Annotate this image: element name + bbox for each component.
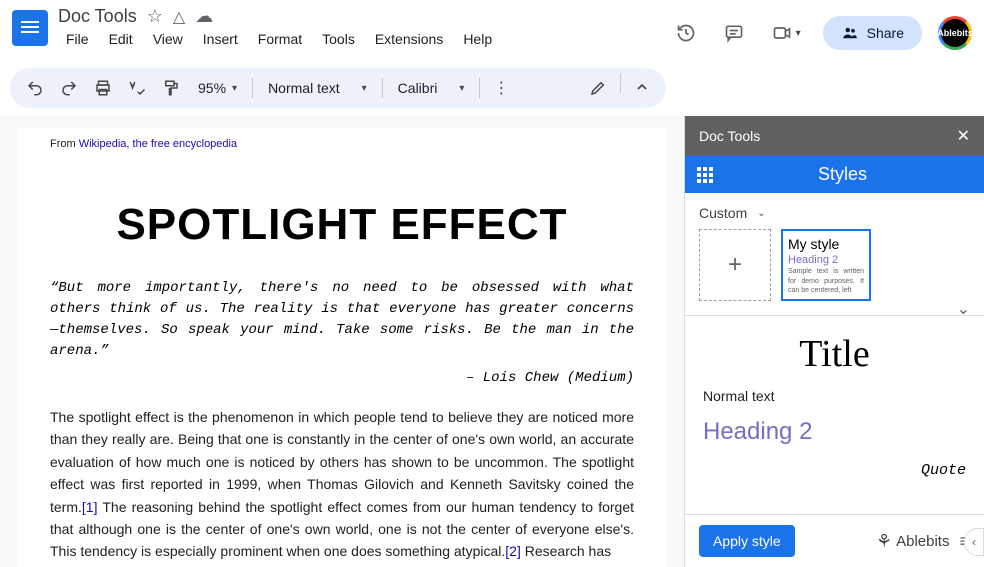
- menu-file[interactable]: File: [58, 29, 97, 49]
- paint-format-button[interactable]: [156, 73, 186, 103]
- citation-link[interactable]: [2]: [505, 543, 521, 559]
- custom-dropdown[interactable]: Custom ⌄: [685, 193, 984, 229]
- apps-grid-icon[interactable]: [697, 167, 713, 183]
- share-button[interactable]: Share: [823, 16, 922, 50]
- toolbar: 95%▾ Normal text▾ Calibri▾ ⋮: [10, 68, 666, 108]
- panel-header: Doc Tools ✕: [685, 116, 984, 156]
- separator: [382, 78, 383, 98]
- source-line: From Wikipedia, the free encyclopedia: [50, 138, 634, 150]
- spellcheck-button[interactable]: [122, 73, 152, 103]
- menu-extensions[interactable]: Extensions: [367, 29, 451, 49]
- panel-footer: Apply style Ablebits ≡: [685, 514, 984, 567]
- share-label: Share: [867, 25, 904, 41]
- font-select[interactable]: Calibri▾: [390, 76, 473, 100]
- more-tools-button[interactable]: ⋮: [487, 72, 515, 104]
- collapse-toolbar-button[interactable]: [628, 73, 656, 103]
- page: From Wikipedia, the free encyclopedia SP…: [18, 128, 666, 567]
- chevron-down-icon: ▾: [362, 83, 367, 94]
- separator: [252, 78, 253, 98]
- preview-quote[interactable]: Quote: [703, 462, 966, 479]
- undo-button[interactable]: [20, 73, 50, 103]
- cloud-saved-icon[interactable]: [195, 6, 213, 27]
- app-header: Doc Tools File Edit View Insert Format T…: [0, 0, 984, 64]
- main-area: From Wikipedia, the free encyclopedia SP…: [0, 116, 984, 567]
- citation-link[interactable]: [1]: [82, 499, 98, 515]
- quote-attribution: – Lois Chew (Medium): [50, 370, 634, 386]
- menu-insert[interactable]: Insert: [195, 29, 246, 49]
- separator: [620, 73, 621, 93]
- body-paragraph: The spotlight effect is the phenomenon i…: [50, 406, 634, 563]
- people-icon: [841, 24, 859, 42]
- apply-style-button[interactable]: Apply style: [699, 525, 795, 557]
- menu-edit[interactable]: Edit: [101, 29, 141, 49]
- close-icon[interactable]: ✕: [957, 126, 970, 146]
- menu-help[interactable]: Help: [455, 29, 500, 49]
- chevron-down-icon: ⌄: [757, 208, 765, 219]
- chevron-down-icon: ▾: [459, 83, 464, 94]
- menu-view[interactable]: View: [145, 29, 191, 49]
- add-style-button[interactable]: +: [699, 229, 771, 301]
- card-title: My style: [788, 235, 864, 253]
- header-right: ▾ Share Ablebits: [670, 16, 972, 50]
- comments-icon[interactable]: [718, 17, 750, 49]
- card-sample: Sample text is written for demo purposes…: [788, 267, 864, 294]
- quote-block: “But more importantly, there's no need t…: [50, 278, 634, 362]
- menubar: File Edit View Insert Format Tools Exten…: [58, 29, 670, 49]
- side-panel-toggle[interactable]: ‹: [964, 528, 984, 556]
- paragraph-style-select[interactable]: Normal text▾: [260, 76, 375, 100]
- header-main: Doc Tools File Edit View Insert Format T…: [58, 6, 670, 49]
- styles-label: Styles: [713, 164, 972, 185]
- document-title[interactable]: Doc Tools: [58, 6, 137, 27]
- source-link[interactable]: Wikipedia, the free encyclopedia: [79, 138, 237, 150]
- style-cards: + My style Heading 2 Sample text is writ…: [685, 229, 984, 315]
- preview-heading2[interactable]: Heading 2: [703, 418, 966, 446]
- title-row: Doc Tools: [58, 6, 670, 27]
- history-icon[interactable]: [670, 17, 702, 49]
- preview-normal[interactable]: Normal text: [703, 388, 966, 404]
- document-heading: SPOTLIGHT EFFECT: [50, 200, 634, 250]
- zoom-select[interactable]: 95%▾: [190, 76, 245, 100]
- meet-icon[interactable]: ▾: [766, 17, 807, 49]
- chevron-down-icon: ▾: [232, 83, 237, 94]
- print-button[interactable]: [88, 73, 118, 103]
- document-canvas[interactable]: From Wikipedia, the free encyclopedia SP…: [0, 116, 684, 567]
- styles-bar: Styles: [685, 156, 984, 193]
- style-preview: Title Normal text Heading 2 Quote: [685, 315, 984, 514]
- star-icon[interactable]: [147, 6, 163, 27]
- menu-format[interactable]: Format: [250, 29, 310, 49]
- editing-mode-button[interactable]: [583, 73, 613, 103]
- separator: [479, 78, 480, 98]
- addon-sidebar: Doc Tools ✕ Styles Custom ⌄ + My style H…: [684, 116, 984, 567]
- docs-logo-icon[interactable]: [12, 10, 48, 46]
- card-heading: Heading 2: [788, 253, 864, 267]
- account-avatar[interactable]: Ablebits: [938, 16, 972, 50]
- redo-button[interactable]: [54, 73, 84, 103]
- style-card-mystyle[interactable]: My style Heading 2 Sample text is writte…: [781, 229, 871, 301]
- preview-title[interactable]: Title: [703, 332, 966, 376]
- menu-tools[interactable]: Tools: [314, 29, 363, 49]
- move-icon[interactable]: [173, 7, 185, 27]
- expand-icon[interactable]: ⌄: [957, 299, 970, 319]
- panel-title: Doc Tools: [699, 128, 760, 144]
- ablebits-logo[interactable]: Ablebits: [876, 531, 950, 552]
